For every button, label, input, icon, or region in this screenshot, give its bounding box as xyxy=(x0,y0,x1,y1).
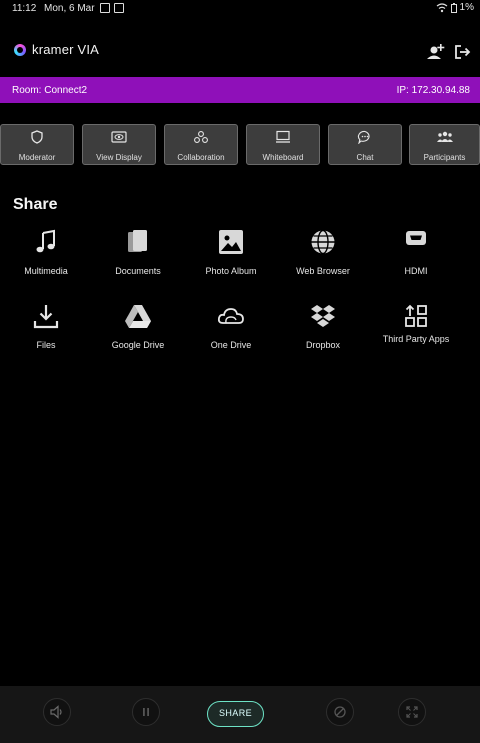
pause-icon xyxy=(143,708,149,716)
share-dropbox-label: Dropbox xyxy=(305,340,341,350)
globe-icon xyxy=(311,229,335,255)
google-drive-icon xyxy=(125,305,151,328)
moderator-label: Moderator xyxy=(18,153,56,162)
battery-icon xyxy=(450,2,457,13)
share-one-drive-label: One Drive xyxy=(210,340,252,350)
whiteboard-label: Whiteboard xyxy=(262,153,304,162)
pause-button[interactable] xyxy=(132,698,160,726)
stop-button[interactable] xyxy=(326,698,354,726)
participants-icon xyxy=(436,131,453,142)
logo-text: kramer VIA xyxy=(32,42,100,57)
photo-icon xyxy=(219,230,243,254)
app-header: kramer VIA xyxy=(0,34,480,68)
kramer-logo-icon xyxy=(14,43,26,56)
bottom-control-bar: SHARE xyxy=(0,686,480,743)
speaker-icon xyxy=(50,705,62,719)
eye-icon xyxy=(111,131,127,143)
fullscreen-icon xyxy=(406,706,418,718)
gallery-notification-icon xyxy=(100,3,110,13)
status-time: 11:12 xyxy=(12,3,37,14)
share-button[interactable]: SHARE xyxy=(207,701,264,727)
chat-icon xyxy=(357,130,370,144)
documents-icon xyxy=(128,230,147,252)
status-date: Mon, 6 Mar xyxy=(44,3,95,14)
share-multimedia-label: Multimedia xyxy=(24,266,68,276)
music-note-icon xyxy=(36,229,55,253)
view-display-button[interactable]: View Display xyxy=(82,124,156,165)
chat-button[interactable]: Chat xyxy=(328,124,402,165)
notification-icons xyxy=(100,3,124,13)
collaboration-button[interactable]: Collaboration xyxy=(164,124,238,165)
battery-level: 1% xyxy=(459,2,474,13)
app-logo: kramer VIA xyxy=(14,42,99,57)
feature-toolbar: Moderator View Display Collaboration Whi… xyxy=(0,124,480,168)
chat-label: Chat xyxy=(356,153,374,162)
share-google-drive-label: Google Drive xyxy=(111,340,165,350)
dropbox-icon xyxy=(311,305,335,327)
share-photo-album-label: Photo Album xyxy=(205,266,257,276)
status-right: 1% xyxy=(436,2,474,13)
fullscreen-button[interactable] xyxy=(398,698,426,726)
hdmi-icon xyxy=(406,231,426,245)
volume-button[interactable] xyxy=(43,698,71,726)
add-user-button[interactable] xyxy=(426,42,446,62)
whiteboard-icon xyxy=(276,130,290,143)
wifi-icon xyxy=(436,2,447,12)
onedrive-icon xyxy=(217,308,244,324)
share-heading: Share xyxy=(13,196,58,213)
stop-icon xyxy=(334,706,346,718)
share-documents-label: Documents xyxy=(115,266,161,276)
room-bar: Room: Connect2 IP: 172.30.94.88 xyxy=(0,77,480,103)
share-web-browser-label: Web Browser xyxy=(296,266,350,276)
collaboration-icon xyxy=(194,131,208,143)
moderator-button[interactable]: Moderator xyxy=(0,124,74,165)
status-bar: 11:12 Mon, 6 Mar 1% xyxy=(0,0,480,16)
apps-icon xyxy=(405,304,427,327)
logout-button[interactable] xyxy=(452,42,472,62)
room-name: Room: Connect2 xyxy=(12,85,88,96)
room-ip: IP: 172.30.94.88 xyxy=(396,85,470,96)
participants-label: Participants xyxy=(423,153,466,162)
collaboration-label: Collaboration xyxy=(177,153,225,162)
share-files-label: Files xyxy=(36,340,56,350)
shield-icon xyxy=(31,130,43,144)
logout-icon xyxy=(455,45,471,59)
share-third-party-apps-label: Third Party Apps xyxy=(382,334,450,344)
download-icon xyxy=(33,305,59,329)
whiteboard-button[interactable]: Whiteboard xyxy=(246,124,320,165)
add-user-icon xyxy=(427,44,445,59)
photo-notification-icon xyxy=(114,3,124,13)
participants-button[interactable]: Participants xyxy=(409,124,480,165)
view-display-label: View Display xyxy=(96,153,142,162)
share-hdmi-label: HDMI xyxy=(404,266,428,276)
